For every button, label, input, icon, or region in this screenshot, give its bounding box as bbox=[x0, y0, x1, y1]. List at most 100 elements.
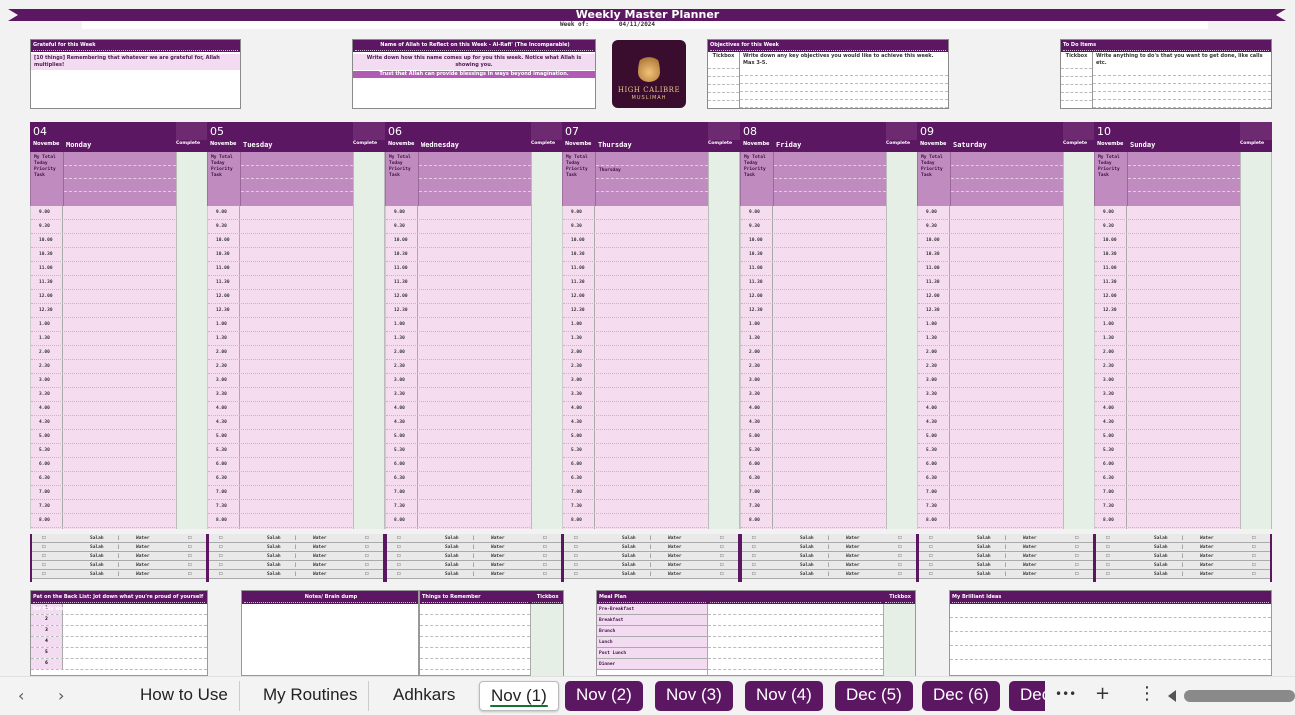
tab-dec-7-partial[interactable]: Dec bbox=[1009, 681, 1045, 711]
time-slot[interactable]: 8.00 bbox=[1095, 514, 1241, 528]
water-checkbox[interactable]: ☐ bbox=[543, 570, 547, 577]
time-slot[interactable]: 9.00 bbox=[386, 206, 532, 220]
time-slot[interactable]: 2.30 bbox=[208, 360, 354, 374]
time-slot[interactable]: 3.30 bbox=[918, 388, 1064, 402]
water-checkbox[interactable]: ☐ bbox=[1075, 570, 1079, 577]
time-slot[interactable]: 1.00 bbox=[31, 318, 177, 332]
time-slot[interactable]: 7.00 bbox=[31, 486, 177, 500]
time-slot[interactable]: 10.00 bbox=[208, 234, 354, 248]
time-slot[interactable]: 6.30 bbox=[31, 472, 177, 486]
priority-task-area[interactable]: My Total Today Priority Task bbox=[917, 152, 1063, 206]
tab-dec-5[interactable]: Dec (5) bbox=[835, 681, 913, 711]
salah-checkbox[interactable]: ☐ bbox=[219, 561, 223, 568]
allah-name-box[interactable]: Name of Allah to Reflect on this Week - … bbox=[352, 39, 596, 109]
time-slot[interactable]: 11.30 bbox=[741, 276, 887, 290]
time-slot[interactable]: 8.00 bbox=[386, 514, 532, 528]
salah-checkbox[interactable]: ☐ bbox=[752, 570, 756, 577]
time-slot[interactable]: 4.30 bbox=[563, 416, 709, 430]
time-slot[interactable]: 10.30 bbox=[31, 248, 177, 262]
time-slot[interactable]: 4.00 bbox=[386, 402, 532, 416]
scroll-left-icon[interactable] bbox=[1168, 690, 1176, 702]
time-slot[interactable]: 3.00 bbox=[741, 374, 887, 388]
salah-checkbox[interactable]: ☐ bbox=[42, 552, 46, 559]
time-slot[interactable]: 7.00 bbox=[1095, 486, 1241, 500]
time-slot[interactable]: 8.00 bbox=[31, 514, 177, 528]
time-slot[interactable]: 6.30 bbox=[563, 472, 709, 486]
time-slot[interactable]: 3.30 bbox=[563, 388, 709, 402]
time-slot[interactable]: 11.00 bbox=[208, 262, 354, 276]
time-slot[interactable]: 5.00 bbox=[1095, 430, 1241, 444]
time-slot[interactable]: 7.00 bbox=[386, 486, 532, 500]
water-checkbox[interactable]: ☐ bbox=[720, 570, 724, 577]
time-slot[interactable]: 7.00 bbox=[741, 486, 887, 500]
hourly-schedule[interactable]: 9.00 9.30 10.00 10.30 11.00 11.30 12.00 12.30 1.… bbox=[1094, 206, 1241, 529]
meal-tick-col[interactable] bbox=[883, 604, 915, 676]
salah-checkbox[interactable]: ☐ bbox=[929, 570, 933, 577]
time-slot[interactable]: 6.30 bbox=[386, 472, 532, 486]
time-slot[interactable]: 11.30 bbox=[386, 276, 532, 290]
salah-checkbox[interactable]: ☐ bbox=[574, 543, 578, 550]
tab-my-routines[interactable]: My Routines bbox=[252, 681, 370, 711]
time-slot[interactable]: 11.00 bbox=[31, 262, 177, 276]
time-slot[interactable]: 1.00 bbox=[563, 318, 709, 332]
time-slot[interactable]: 4.00 bbox=[918, 402, 1064, 416]
time-slot[interactable]: 1.00 bbox=[741, 318, 887, 332]
complete-checkbox-column[interactable] bbox=[353, 152, 385, 529]
time-slot[interactable]: 10.00 bbox=[1095, 234, 1241, 248]
time-slot[interactable]: 3.30 bbox=[208, 388, 354, 402]
remember-box[interactable]: Things to Remember Tickbox bbox=[419, 590, 564, 676]
time-slot[interactable]: 5.00 bbox=[918, 430, 1064, 444]
hourly-schedule[interactable]: 9.00 9.30 10.00 10.30 11.00 11.30 12.00 12.30 1.… bbox=[917, 206, 1064, 529]
time-slot[interactable]: 5.30 bbox=[1095, 444, 1241, 458]
time-slot[interactable]: 10.00 bbox=[918, 234, 1064, 248]
water-checkbox[interactable]: ☐ bbox=[543, 552, 547, 559]
time-slot[interactable]: 6.00 bbox=[386, 458, 532, 472]
priority-task-area[interactable]: My Total Today Priority Task bbox=[740, 152, 886, 206]
priority-task-area[interactable]: My Total Today Priority Task bbox=[30, 152, 176, 206]
objectives-box[interactable]: Objectives for this Week Tickbox Write d… bbox=[707, 39, 949, 109]
time-slot[interactable]: 9.00 bbox=[208, 206, 354, 220]
salah-checkbox[interactable]: ☐ bbox=[219, 552, 223, 559]
time-slot[interactable]: 9.30 bbox=[563, 220, 709, 234]
time-slot[interactable]: 2.00 bbox=[386, 346, 532, 360]
time-slot[interactable]: 1.30 bbox=[31, 332, 177, 346]
time-slot[interactable]: 5.00 bbox=[208, 430, 354, 444]
time-slot[interactable]: 1.00 bbox=[208, 318, 354, 332]
salah-checkbox[interactable]: ☐ bbox=[42, 570, 46, 577]
time-slot[interactable]: 3.30 bbox=[741, 388, 887, 402]
time-slot[interactable]: 9.00 bbox=[563, 206, 709, 220]
time-slot[interactable]: 12.00 bbox=[31, 290, 177, 304]
salah-checkbox[interactable]: ☐ bbox=[397, 543, 401, 550]
water-checkbox[interactable]: ☐ bbox=[1075, 534, 1079, 541]
time-slot[interactable]: 1.30 bbox=[563, 332, 709, 346]
time-slot[interactable]: 2.00 bbox=[208, 346, 354, 360]
time-slot[interactable]: 11.30 bbox=[208, 276, 354, 290]
time-slot[interactable]: 7.30 bbox=[563, 500, 709, 514]
remember-tick-col[interactable] bbox=[530, 604, 563, 676]
time-slot[interactable]: 10.00 bbox=[563, 234, 709, 248]
time-slot[interactable]: 5.00 bbox=[741, 430, 887, 444]
time-slot[interactable]: 5.30 bbox=[918, 444, 1064, 458]
time-slot[interactable]: 12.30 bbox=[1095, 304, 1241, 318]
time-slot[interactable]: 1.30 bbox=[208, 332, 354, 346]
time-slot[interactable]: 5.30 bbox=[563, 444, 709, 458]
time-slot[interactable]: 3.00 bbox=[386, 374, 532, 388]
water-checkbox[interactable]: ☐ bbox=[365, 570, 369, 577]
time-slot[interactable]: 1.30 bbox=[386, 332, 532, 346]
water-checkbox[interactable]: ☐ bbox=[720, 561, 724, 568]
salah-checkbox[interactable]: ☐ bbox=[397, 534, 401, 541]
time-slot[interactable]: 11.30 bbox=[31, 276, 177, 290]
time-slot[interactable]: 1.30 bbox=[741, 332, 887, 346]
time-slot[interactable]: 4.30 bbox=[31, 416, 177, 430]
time-slot[interactable]: 7.30 bbox=[918, 500, 1064, 514]
time-slot[interactable]: 10.30 bbox=[741, 248, 887, 262]
salah-checkbox[interactable]: ☐ bbox=[929, 543, 933, 550]
time-slot[interactable]: 11.30 bbox=[563, 276, 709, 290]
tab-nov-4[interactable]: Nov (4) bbox=[745, 681, 823, 711]
time-slot[interactable]: 12.30 bbox=[386, 304, 532, 318]
salah-checkbox[interactable]: ☐ bbox=[929, 534, 933, 541]
complete-checkbox-column[interactable] bbox=[176, 152, 208, 529]
tab-dec-6[interactable]: Dec (6) bbox=[922, 681, 1000, 711]
time-slot[interactable]: 3.00 bbox=[31, 374, 177, 388]
proud-row[interactable]: 6 bbox=[31, 659, 207, 670]
